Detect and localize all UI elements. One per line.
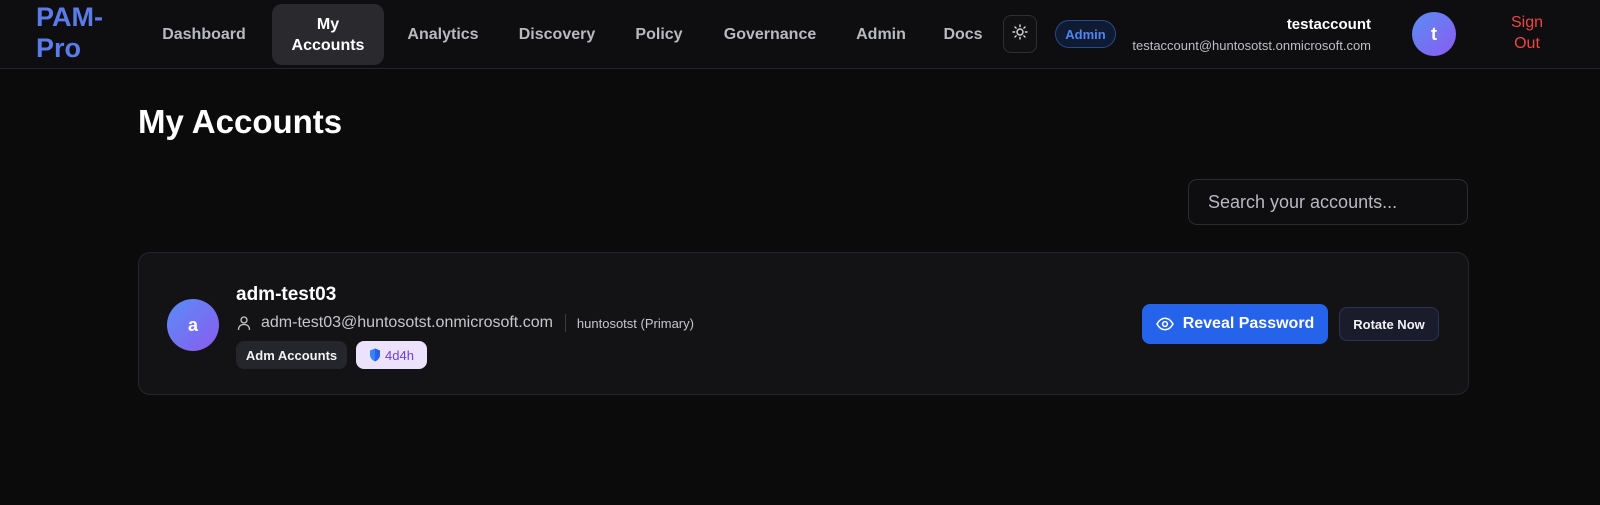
- sun-icon: [1012, 23, 1028, 45]
- user-avatar[interactable]: t: [1412, 12, 1456, 56]
- user-icon: [236, 315, 252, 331]
- account-name: adm-test03: [236, 284, 337, 305]
- ttl-value: 4d4h: [385, 347, 414, 363]
- account-details: adm-test03@huntosotst.onmicrosoft.com hu…: [236, 312, 694, 334]
- top-navigation-bar: PAM-Pro Dashboard My Accounts Analytics …: [0, 0, 1600, 69]
- shield-icon: [369, 348, 381, 362]
- account-email: adm-test03@huntosotst.onmicrosoft.com: [261, 314, 553, 331]
- reveal-password-button[interactable]: Reveal Password: [1142, 304, 1328, 344]
- nav-item-admin[interactable]: Admin: [846, 0, 916, 69]
- nav-item-governance[interactable]: Governance: [714, 0, 826, 69]
- nav-item-docs[interactable]: Docs: [936, 0, 990, 69]
- ttl-badge: 4d4h: [356, 341, 427, 369]
- reveal-password-label: Reveal Password: [1182, 315, 1315, 332]
- nav-item-my-accounts[interactable]: My Accounts: [272, 4, 384, 65]
- user-name: testaccount: [1286, 16, 1371, 33]
- user-email: testaccount@huntosotst.onmicrosoft.com: [1132, 38, 1371, 53]
- sign-out-button[interactable]: Sign Out: [1505, 12, 1549, 54]
- theme-toggle-button[interactable]: [1003, 15, 1037, 53]
- eye-icon: [1155, 317, 1174, 331]
- account-avatar: a: [167, 299, 219, 351]
- app-logo[interactable]: PAM-Pro: [36, 2, 126, 64]
- account-domain: huntosotst (Primary): [576, 315, 694, 331]
- page-title: My Accounts: [138, 103, 343, 140]
- divider: [564, 314, 566, 332]
- nav-item-dashboard[interactable]: Dashboard: [148, 0, 260, 69]
- search-input[interactable]: [1188, 179, 1468, 225]
- nav-item-discovery[interactable]: Discovery: [510, 0, 604, 69]
- account-card: a adm-test03 adm-test03@huntosotst.onmic…: [138, 252, 1469, 395]
- rotate-now-button[interactable]: Rotate Now: [1339, 307, 1439, 341]
- account-group-tag: Adm Accounts: [236, 341, 347, 369]
- nav-item-analytics[interactable]: Analytics: [398, 0, 488, 69]
- nav-item-my-accounts-label: My Accounts: [291, 15, 365, 54]
- role-badge: Admin: [1055, 20, 1116, 48]
- nav-item-policy[interactable]: Policy: [626, 0, 692, 69]
